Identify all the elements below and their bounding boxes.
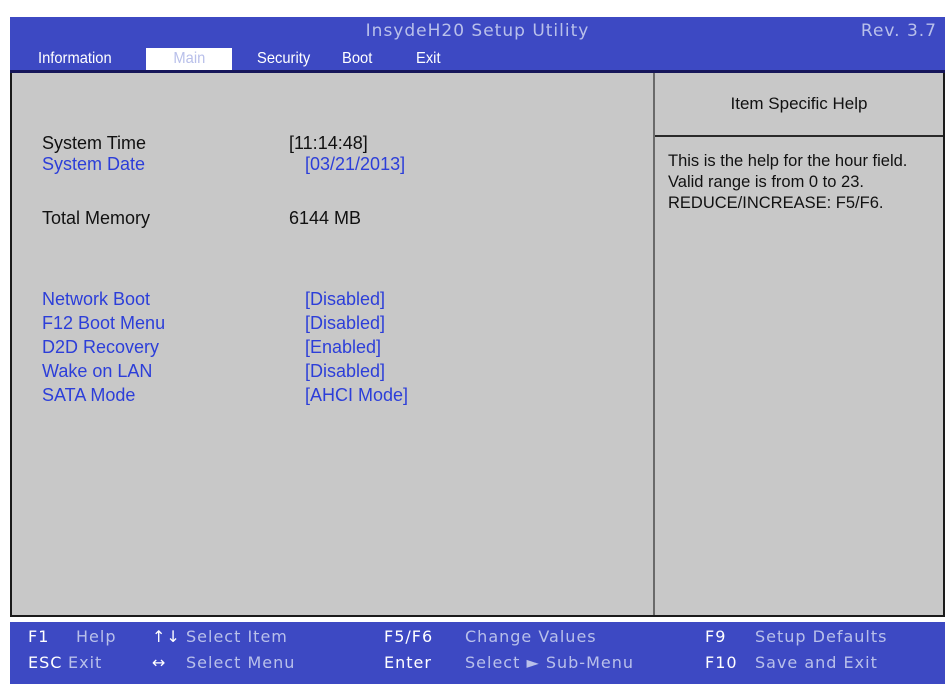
setting-label: System Date	[42, 154, 146, 174]
key-f5f6-label: Change Values	[465, 627, 597, 646]
tab-main[interactable]: Main	[146, 48, 232, 70]
setting-label: F12 Boot Menu	[42, 313, 166, 333]
setting-label: SATA Mode	[42, 385, 136, 405]
setting-value: 6144 MB	[289, 208, 362, 228]
content-frame: System Time [11:14:48] System Date [03/2…	[10, 73, 945, 617]
key-f9-label: Setup Defaults	[755, 627, 888, 646]
help-header: Item Specific Help	[655, 73, 943, 137]
setting-value: [Disabled]	[305, 289, 386, 309]
key-f1-label: Help	[76, 627, 117, 646]
key-f10: F10	[705, 653, 738, 672]
key-esc: ESC	[28, 653, 63, 672]
tab-exit[interactable]: Exit	[416, 48, 441, 70]
tab-main-label: Main	[173, 50, 205, 67]
key-leftright-label: Select Menu	[186, 653, 296, 672]
key-enter-label: Select ► Sub-Menu	[465, 653, 634, 672]
leftright-arrows-icon: ↔	[152, 653, 167, 672]
setting-label: Network Boot	[42, 289, 151, 309]
setting-value: [Disabled]	[305, 361, 386, 381]
key-esc-label: Exit	[68, 653, 103, 672]
setting-value: [03/21/2013]	[305, 154, 406, 174]
setting-label: D2D Recovery	[42, 337, 160, 357]
key-f5f6: F5/F6	[384, 627, 434, 646]
revision-label: Rev. 3.7	[860, 21, 937, 41]
panel-divider	[653, 73, 655, 615]
key-f10-label: Save and Exit	[755, 653, 878, 672]
title-bar: InsydeH20 Setup Utility Rev. 3.7	[10, 17, 945, 46]
setting-label: Total Memory	[42, 208, 151, 228]
help-text: This is the help for the hour field. Val…	[668, 152, 908, 212]
setting-value: [11:14:48]	[289, 133, 368, 153]
setting-value: [AHCI Mode]	[305, 385, 409, 405]
tab-boot[interactable]: Boot	[342, 48, 372, 70]
menu-bar: Information Main Security Boot Exit	[10, 46, 945, 73]
setting-label: System Time	[42, 133, 147, 153]
key-updown-label: Select Item	[186, 627, 288, 646]
tab-information[interactable]: Information	[38, 48, 112, 70]
key-enter: Enter	[384, 653, 432, 672]
app-title: InsydeH20 Setup Utility	[365, 21, 590, 41]
key-legend: F1 Help ↑↓ Select Item F5/F6 Change Valu…	[10, 622, 945, 684]
setting-label: Wake on LAN	[42, 361, 153, 381]
key-f9: F9	[705, 627, 727, 646]
setting-value: [Enabled]	[305, 337, 382, 357]
setting-value: [Disabled]	[305, 313, 386, 333]
tab-security[interactable]: Security	[257, 48, 310, 70]
key-f1: F1	[28, 627, 50, 646]
updown-arrows-icon: ↑↓	[152, 627, 181, 646]
